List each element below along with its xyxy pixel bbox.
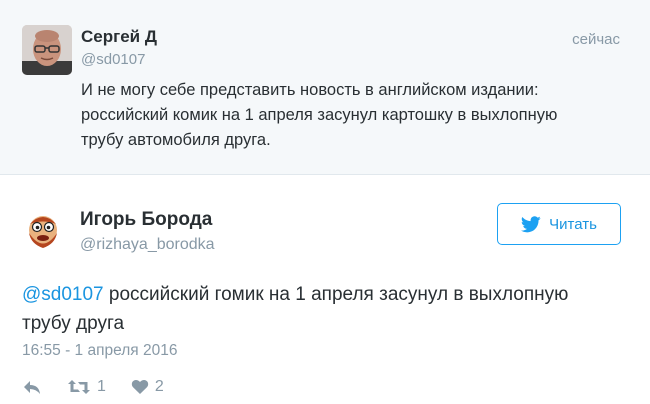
like-count: 2	[154, 378, 164, 395]
tweet-timestamp[interactable]: 16:55 - 1 апреля 2016	[22, 342, 177, 360]
follow-button-label: Читать	[549, 215, 597, 233]
like-button[interactable]: 2	[131, 378, 164, 396]
parent-tweet-text: И не могу себе представить новость в анг…	[81, 78, 621, 153]
author-avatar[interactable]	[22, 208, 64, 250]
tweet-text: @sd0107 российский гомик на 1 апреля зас…	[22, 280, 622, 338]
tweet-text-part: российский гомик на 1 апреля засунул в в…	[103, 284, 569, 305]
parent-tweet: Сергей Д @sd0107 сейчас И не могу себе п…	[0, 0, 650, 175]
parent-avatar[interactable]	[22, 25, 72, 75]
retweet-icon	[67, 379, 91, 395]
parent-text-line: трубу автомобиля друга.	[81, 131, 271, 149]
heart-icon	[131, 379, 149, 395]
tweet-text-line: трубу друга	[22, 313, 125, 334]
parent-text-line: И не могу себе представить новость в анг…	[81, 81, 539, 99]
parent-author-handle[interactable]: @sd0107	[81, 51, 145, 68]
author-handle[interactable]: @rizhaya_borodka	[80, 236, 215, 254]
tweet-text-line: @sd0107 российский гомик на 1 апреля зас…	[22, 280, 622, 309]
parent-text-line: российский комик на 1 апреля засунул кар…	[81, 106, 558, 124]
parent-timestamp[interactable]: сейчас	[572, 31, 620, 48]
retweet-count: 1	[97, 378, 106, 395]
retweet-button[interactable]: 1	[67, 378, 106, 396]
reply-button[interactable]	[22, 379, 42, 395]
tweet-actions: 1 2	[22, 373, 189, 401]
reply-icon	[22, 379, 42, 395]
twitter-bird-icon	[521, 215, 541, 233]
mention-link[interactable]: @sd0107	[22, 284, 104, 305]
author-name[interactable]: Игорь Борода	[80, 209, 212, 231]
parent-author-name[interactable]: Сергей Д	[81, 27, 157, 47]
follow-button[interactable]: Читать	[497, 203, 621, 245]
